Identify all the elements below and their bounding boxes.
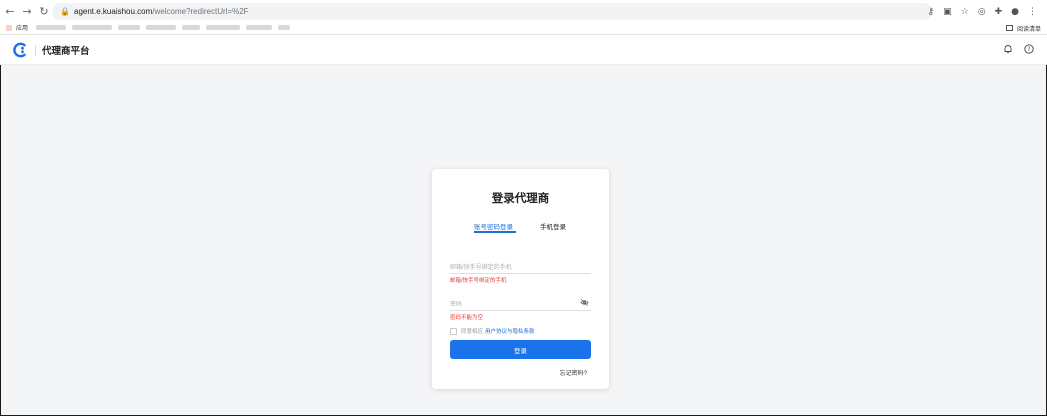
bookmark-blurred[interactable] <box>72 25 113 30</box>
bookmark-blurred[interactable] <box>146 25 177 30</box>
translate-icon[interactable]: ▣ <box>943 7 952 17</box>
back-arrow-icon[interactable]: ← <box>3 5 17 19</box>
bookmark-blurred[interactable] <box>246 25 273 30</box>
bookmark-blurred[interactable] <box>36 25 67 30</box>
kuaishou-logo-icon[interactable] <box>12 42 28 58</box>
bell-icon[interactable] <box>1002 43 1014 55</box>
more-menu-icon[interactable]: ⋮ <box>1028 7 1037 17</box>
reading-list-icon <box>1005 25 1013 31</box>
password-placeholder: 密码 <box>450 302 463 308</box>
profile-avatar-icon[interactable]: ● <box>1011 7 1019 17</box>
login-button[interactable]: 登录 <box>450 340 591 359</box>
password-input[interactable]: 密码 <box>450 297 591 311</box>
forgot-password-link[interactable]: 忘记密码? <box>560 368 587 377</box>
key-icon[interactable]: ⚷ <box>928 7 935 17</box>
agreement-row: 同意相应 用户协议与隐私条款 <box>450 327 535 335</box>
lock-icon: 🔒 <box>60 7 70 16</box>
bookmark-blurred[interactable] <box>278 25 291 30</box>
bookmark-apps[interactable]: 应用 <box>16 23 28 32</box>
svg-text:?: ? <box>1027 46 1030 53</box>
login-card: 登录代理商 账号密码登录 手机登录 邮箱/快手号绑定的手机 邮箱/快手号绑定的手… <box>432 169 609 389</box>
header-divider <box>35 45 36 56</box>
password-error: 密码不能为空 <box>450 315 484 321</box>
browser-actions: ⚷ ▣ ☆ ◎ ✚ ● ⋮ <box>928 3 1037 20</box>
agreement-link[interactable]: 用户协议与隐私条款 <box>485 327 535 335</box>
bookmark-blurred[interactable] <box>206 25 241 30</box>
account-placeholder: 邮箱/快手号绑定的手机 <box>450 265 512 271</box>
platform-title: 代理商平台 <box>42 46 90 57</box>
account-error: 邮箱/快手号绑定的手机 <box>450 278 507 284</box>
reading-list-label: 阅读清单 <box>1016 26 1041 33</box>
agree-prefix: 同意相应 <box>461 329 484 335</box>
bookmarks-bar: 应用 阅读清单 <box>0 21 1047 35</box>
bookmark-blurred[interactable] <box>182 25 201 30</box>
forward-arrow-icon[interactable]: → <box>20 5 34 19</box>
agree-checkbox[interactable] <box>450 327 457 335</box>
puzzle-icon[interactable]: ✚ <box>995 7 1003 17</box>
bookmark-blurred[interactable] <box>118 25 141 30</box>
url-host: agent.e.kuaishou.com <box>74 7 153 16</box>
extension-circle-icon[interactable]: ◎ <box>978 7 986 17</box>
reload-icon[interactable]: ↻ <box>37 5 51 19</box>
star-icon[interactable]: ☆ <box>961 7 969 17</box>
url-text: agent.e.kuaishou.com/welcome?redirectUrl… <box>74 7 249 16</box>
reading-list[interactable]: 阅读清单 <box>1005 21 1041 35</box>
browser-toolbar: ← → ↻ 🔒 agent.e.kuaishou.com/welcome?red… <box>0 3 1047 20</box>
active-tab-indicator <box>474 231 516 233</box>
help-icon[interactable]: ? <box>1023 43 1035 55</box>
tab-account-password[interactable]: 账号密码登录 <box>474 221 513 231</box>
browser-chrome: ← → ↻ 🔒 agent.e.kuaishou.com/welcome?red… <box>0 0 1047 35</box>
url-path: /welcome?redirectUrl=%2F <box>152 7 249 16</box>
login-title: 登录代理商 <box>491 193 550 205</box>
apps-grid-icon[interactable] <box>6 24 12 31</box>
app-header: 代理商平台 ? <box>0 35 1047 65</box>
tab-phone-login[interactable]: 手机登录 <box>540 221 566 231</box>
address-bar[interactable]: 🔒 agent.e.kuaishou.com/welcome?redirectU… <box>52 3 932 20</box>
account-input[interactable]: 邮箱/快手号绑定的手机 <box>450 260 591 274</box>
eye-hidden-icon[interactable] <box>580 298 589 307</box>
